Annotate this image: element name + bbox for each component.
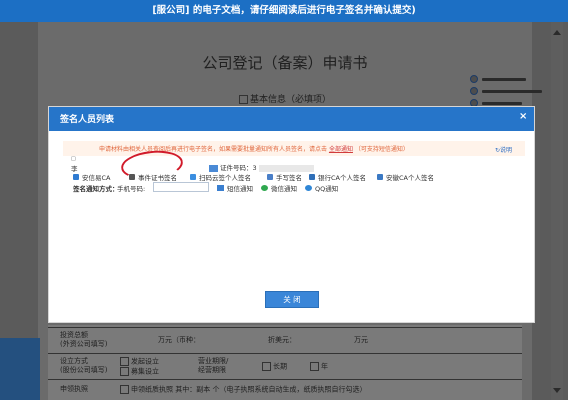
table-row: 申领执照 申领纸质执照 其中：副本 个（电子执照系统自动生成，纸质执照自行勾选） [48,379,522,400]
anhui-ca-icon [377,174,383,180]
outline-dot-icon [470,87,478,95]
license-option[interactable]: 申领纸质执照 其中：副本 个（电子执照系统自动生成，纸质执照自行勾选） [120,385,366,395]
qq-notify-button[interactable]: QQ通知 [305,183,338,193]
outline-item[interactable] [470,86,550,96]
phone-input[interactable] [153,182,209,192]
help-link[interactable]: ↻说明 [495,145,512,154]
top-banner-text: [服公司] 的电子文档，请仔细阅读后进行电子签名并确认提交) [152,5,416,16]
investment-field3: 万元 [354,336,368,344]
id-card-icon [209,164,218,172]
notify-method-label: 签名通知方式： [73,185,119,193]
investment-label: 投资总额 (外资公司填写) [60,331,108,348]
qq-icon [305,185,312,191]
sms-icon [217,185,224,191]
license-label: 申领执照 [60,385,88,393]
document-title: 公司登记（备案）申请书 [202,54,368,72]
certificate-info: 证件号码：3 [209,162,314,172]
investment-field2: 折美元： [268,336,296,344]
term-label: 营业期限/ 经营期限 [198,357,229,374]
notice-banner: 申请材料由相关人员查阅后再进行电子签名，如果需要批量通知所有人员签名，请点击 全… [63,141,525,156]
scroll-down-icon[interactable] [553,388,561,393]
basic-info-heading: 基本信息（必填项） [38,92,532,105]
sign-option-scan[interactable]: 扫码云签个人签名 [190,172,251,182]
pen-icon [267,174,273,180]
scroll-up-icon[interactable] [553,30,561,35]
sign-option-bank[interactable]: 银行CA个人签名 [309,172,366,182]
dialog-title: 签名人员列表 [60,115,115,125]
scrollbar[interactable] [551,22,563,400]
wechat-notify-button[interactable]: 微信通知 [261,183,297,193]
table-row: 设立方式 (股份公司填写) 发起设立 募集设立 营业期限/ 经营期限 长期 年 [48,353,522,380]
outline-dot-icon [470,75,478,83]
sign-option-handwrite[interactable]: 手写签名 [267,172,302,182]
table-row: 投资总额 (外资公司填写) 万元（币种： 折美元： 万元 [48,327,522,354]
bank-icon [309,174,315,180]
establish-opt2[interactable]: 募集设立 [120,367,159,377]
signer-list-dialog: 签名人员列表 × 申请材料由相关人员查阅后再进行电子签名，如果需要批量通知所有人… [48,106,535,323]
notify-all-link[interactable]: 全部通知 [329,146,353,153]
phone-label: 手机号码: [117,185,146,193]
sms-notify-button[interactable]: 短信通知 [217,183,253,193]
certificate-value [258,164,314,172]
left-side-panel [0,338,40,400]
outline-item[interactable] [470,74,550,84]
axca-icon [73,174,79,180]
signer-checkbox[interactable]: □ [71,156,76,162]
top-banner: [服公司] 的电子文档，请仔细阅读后进行电子签名并确认提交) [0,0,568,22]
qr-scan-icon [190,174,196,180]
basic-info-label: 基本信息（必填项） [249,95,331,105]
term-opt-years[interactable]: 年 [310,362,328,372]
sign-option-axca[interactable]: 安信易CA [73,172,111,182]
application-table: 投资总额 (外资公司填写) 万元（币种： 折美元： 万元 设立方式 (股份公司填… [48,325,522,400]
term-opt-long[interactable]: 长期 [262,362,287,372]
investment-field1: 万元（币种： [158,336,200,344]
certificate-label: 证件号码：3 [220,164,257,172]
close-button[interactable]: 关 闭 [265,291,319,308]
sign-option-anhui[interactable]: 安徽CA个人签名 [377,172,434,182]
establish-opt1[interactable]: 发起设立 [120,357,159,367]
basic-info-checkbox[interactable] [238,95,248,104]
dialog-header: 签名人员列表 × [49,107,534,131]
wechat-icon [261,185,268,191]
close-icon[interactable]: × [519,111,527,122]
